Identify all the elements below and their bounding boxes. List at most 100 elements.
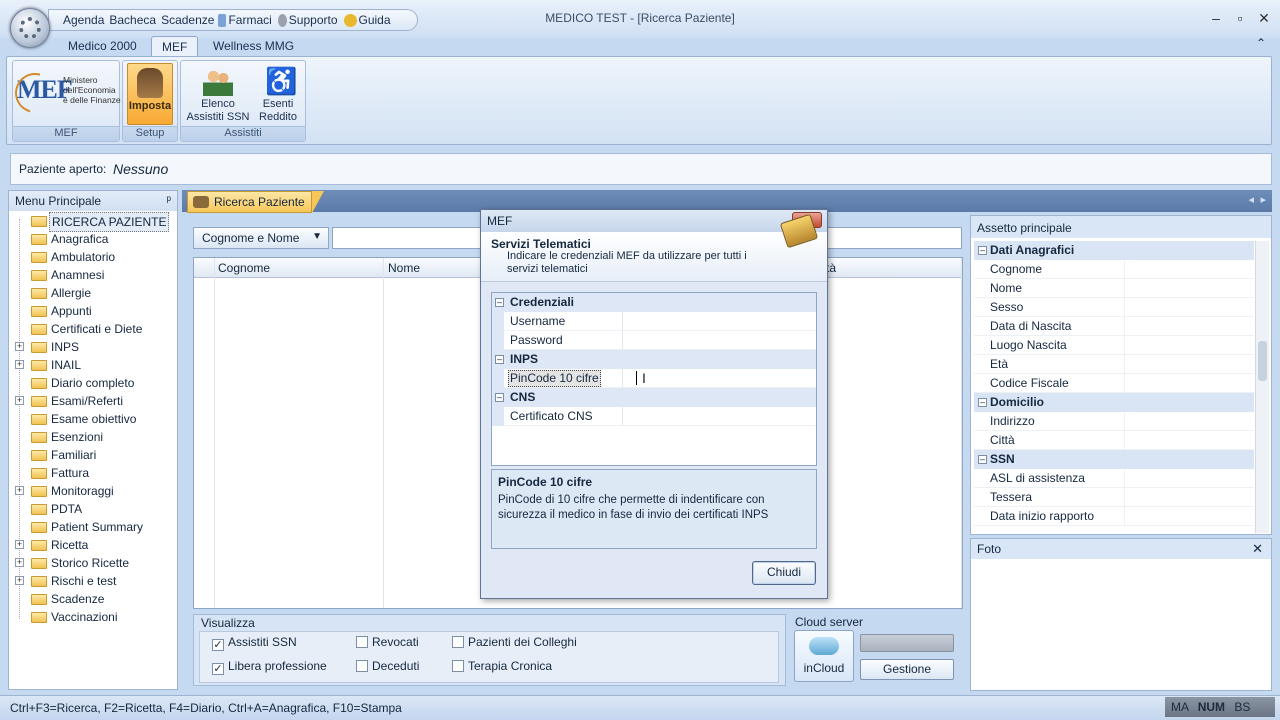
menu-item[interactable]: RICERCA PAZIENTE [9,212,177,232]
application-menu-button[interactable] [10,8,50,48]
expand-icon[interactable]: + [15,558,24,567]
tab-wellness-mmg[interactable]: Wellness MMG [203,36,304,57]
expand-icon[interactable]: + [15,342,24,351]
dialog-field-row[interactable]: Username [492,312,816,331]
menu-item[interactable]: + Esami/Referti [9,392,177,410]
search-mode-select[interactable]: Cognome e Nome ▼ [193,227,329,249]
menu-item[interactable]: Fattura [9,464,177,482]
dialog-field-row[interactable]: PinCode 10 cifre [492,369,816,388]
property-row[interactable]: Età [974,355,1254,374]
mef-logo[interactable]: MEF Ministero dell'Economia e delle Fina… [7,65,121,121]
expand-icon[interactable]: + [15,360,24,369]
property-row[interactable]: Data di Nascita [974,317,1254,336]
menu-item[interactable]: Esenzioni [9,428,177,446]
status-indicators: MA NUM BS [1165,697,1275,717]
collapse-icon[interactable]: – [978,455,987,464]
property-row[interactable]: Cognome [974,260,1254,279]
tab-medico-2000[interactable]: Medico 2000 [58,36,147,57]
property-row[interactable]: Nome [974,279,1254,298]
property-row[interactable]: Città [974,431,1254,450]
menu-item[interactable]: Appunti [9,302,177,320]
menu-item-label: Storico Ricette [51,556,130,570]
property-row[interactable]: ASL di assistenza [974,469,1254,488]
folder-icon [31,540,47,551]
menu-item[interactable]: Vaccinazioni [9,608,177,626]
property-row[interactable]: Data inizio rapporto [974,507,1254,526]
imposta-button[interactable]: Imposta [127,63,173,125]
field-label: Certificato CNS [510,409,593,423]
col-header-cognome[interactable]: Cognome [218,261,270,275]
property-category[interactable]: – Domicilio [974,393,1254,412]
menu-item[interactable]: Ambulatorio [9,248,177,266]
close-button[interactable]: ✕ [1254,10,1274,26]
property-label: Data inizio rapporto [990,509,1095,523]
collapse-icon[interactable]: – [495,298,504,307]
foto-close-icon[interactable]: ✕ [1252,541,1263,557]
menu-item[interactable]: Familiari [9,446,177,464]
menu-item[interactable]: Anagrafica [9,230,177,248]
tab-mef[interactable]: MEF [151,36,199,57]
elenco-assistiti-button[interactable]: Elenco Assistiti SSN [185,63,251,125]
esenti-reddito-button[interactable]: ♿ Esenti Reddito [253,63,303,125]
menu-item[interactable]: Anamnesi [9,266,177,284]
expand-icon[interactable]: + [15,576,24,585]
property-divider [1124,374,1125,393]
menu-item-label: Scadenze [51,592,105,606]
dialog-category[interactable]: – INPS [492,350,816,369]
menu-item[interactable]: + Monitoraggi [9,482,177,500]
menu-item[interactable]: + INPS [9,338,177,356]
pin-icon[interactable]: ᵖ [166,193,171,207]
dialog-field-row[interactable]: Password [492,331,816,350]
property-category[interactable]: – Dati Anagrafici [974,241,1254,260]
col-header-nome[interactable]: Nome [388,261,420,275]
menu-item[interactable]: Allergie [9,284,177,302]
gestione-button[interactable]: Gestione [860,659,954,680]
property-row[interactable]: Sesso [974,298,1254,317]
dialog-category[interactable]: – CNS [492,388,816,407]
maximize-button[interactable]: ▫ [1230,10,1250,26]
property-row[interactable]: Codice Fiscale [974,374,1254,393]
check-assistiti-ssn[interactable]: ✓ Assistiti SSN [212,635,297,651]
expand-icon[interactable]: + [15,396,24,405]
check-deceduti[interactable]: Deceduti [356,659,419,673]
property-row[interactable]: Indirizzo [974,412,1254,431]
menu-item[interactable]: Esame obiettivo [9,410,177,428]
tab-scroll-right-icon[interactable]: ▸ [1260,193,1266,206]
ribbon-minimize-icon[interactable]: ⌃ [1256,36,1266,50]
scrollbar-thumb[interactable] [1258,341,1267,381]
tab-scroll-left-icon[interactable]: ◂ [1248,193,1254,206]
check-libera-professione[interactable]: ✓ Libera professione [212,659,327,675]
menu-item-label: RICERCA PAZIENTE [49,212,170,232]
menu-item[interactable]: Patient Summary [9,518,177,536]
tab-ricerca-paziente[interactable]: Ricerca Paziente [187,191,312,213]
collapse-icon[interactable]: – [978,246,987,255]
expand-icon[interactable]: + [15,540,24,549]
menu-item[interactable]: + Rischi e test [9,572,177,590]
expand-icon[interactable]: + [15,486,24,495]
menu-item[interactable]: + Ricetta [9,536,177,554]
property-category[interactable]: – SSN [974,450,1254,469]
dialog-category[interactable]: – Credenziali [492,293,816,312]
check-revocati[interactable]: Revocati [356,635,419,649]
check-pazienti-colleghi[interactable]: Pazienti dei Colleghi [452,635,577,649]
menu-item[interactable]: PDTA [9,500,177,518]
property-row[interactable]: Luogo Nascita [974,336,1254,355]
minimize-button[interactable]: – [1206,10,1226,26]
collapse-icon[interactable]: – [495,355,504,364]
dialog-field-row[interactable]: Certificato CNS [492,407,816,426]
menu-item[interactable]: Diario completo [9,374,177,392]
collapse-icon[interactable]: – [978,398,987,407]
menu-item[interactable]: + INAIL [9,356,177,374]
incloud-button[interactable]: inCloud [794,630,854,682]
property-divider [1124,355,1125,374]
ribbon-group-label: MEF [13,126,119,141]
check-label: Pazienti dei Colleghi [468,635,577,649]
menu-item[interactable]: + Storico Ricette [9,554,177,572]
menu-item[interactable]: Certificati e Diete [9,320,177,338]
property-row[interactable]: Tessera [974,488,1254,507]
assetto-scrollbar[interactable] [1255,241,1269,533]
collapse-icon[interactable]: – [495,393,504,402]
menu-item[interactable]: Scadenze [9,590,177,608]
check-terapia-cronica[interactable]: Terapia Cronica [452,659,552,673]
chiudi-button[interactable]: Chiudi [752,561,816,585]
